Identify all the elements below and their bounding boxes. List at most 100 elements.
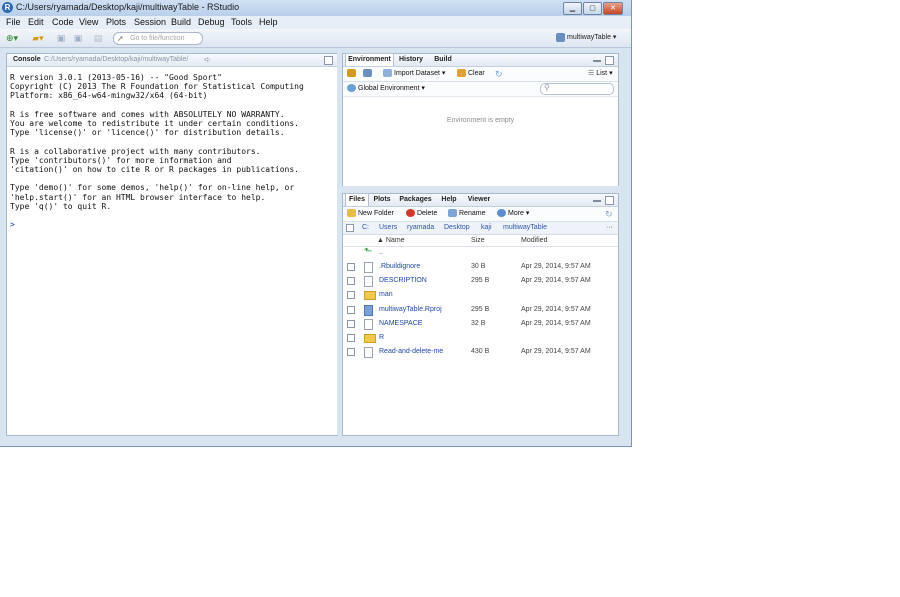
save-workspace-icon[interactable] <box>363 68 374 80</box>
file-icon <box>364 347 373 359</box>
save-all-icon[interactable]: ▣ <box>72 32 84 44</box>
console-prompt[interactable]: > <box>10 220 15 229</box>
restore-pane-icon[interactable] <box>324 56 333 65</box>
menu-view[interactable]: View <box>79 17 98 27</box>
up-arrow-icon: ⬑ <box>364 246 373 257</box>
tab-console[interactable]: Console <box>13 54 41 66</box>
save-icon[interactable]: ▣ <box>56 32 66 44</box>
project-menu[interactable]: multiwayTable ▾ <box>556 32 616 44</box>
tab-environment[interactable]: Environment <box>345 53 394 66</box>
rename-button[interactable]: Rename <box>448 208 485 220</box>
file-checkbox[interactable] <box>347 348 355 357</box>
file-name[interactable]: .Rbuildignore <box>379 260 420 273</box>
clear-label: Clear <box>468 70 485 77</box>
file-row[interactable]: man <box>343 288 618 301</box>
tab-help[interactable]: Help <box>438 194 460 206</box>
delete-button[interactable]: Delete <box>406 208 437 220</box>
open-file-icon[interactable]: ▰▾ <box>28 32 48 44</box>
files-pane: Files Plots Packages Help Viewer New Fol… <box>342 193 619 436</box>
breadcrumb-ryamada[interactable]: ryamada <box>407 222 434 234</box>
file-name[interactable]: R <box>379 331 384 344</box>
menu-debug[interactable]: Debug <box>198 17 225 27</box>
tab-history[interactable]: History <box>396 54 426 66</box>
console-line: R is a collaborative project with many c… <box>10 146 261 156</box>
menu-code[interactable]: Code <box>52 17 74 27</box>
breadcrumb-desktop[interactable]: Desktop <box>444 222 470 234</box>
menu-session[interactable]: Session <box>134 17 166 27</box>
tab-plots[interactable]: Plots <box>370 194 394 206</box>
tab-files[interactable]: Files <box>345 193 369 206</box>
breadcrumb-multiwaytable[interactable]: multiwayTable <box>503 222 547 234</box>
parent-directory-row[interactable]: ⬑ .. <box>343 246 618 259</box>
more-button[interactable]: More ▾ <box>497 208 529 220</box>
console-line: Type 'demo()' for some demos, 'help()' f… <box>10 183 295 193</box>
file-name[interactable]: multiwayTable.Rproj <box>379 303 442 316</box>
file-checkbox[interactable] <box>347 334 355 342</box>
environment-pane: Environment History Build Import Dataset… <box>342 53 619 187</box>
new-file-icon[interactable]: ⊕▾ <box>3 32 21 44</box>
new-folder-button[interactable]: New Folder <box>347 208 394 220</box>
more-path-icon[interactable]: ··· <box>606 222 613 234</box>
menu-tools[interactable]: Tools <box>231 17 252 27</box>
goto-file-input[interactable]: ➚ Go to file/function <box>113 32 203 45</box>
print-icon[interactable]: ▤ <box>93 32 103 44</box>
parent-directory-label[interactable]: .. <box>379 246 383 259</box>
name-column-header[interactable]: ▲ Name <box>377 235 405 246</box>
menu-build[interactable]: Build <box>171 17 191 27</box>
refresh-files-icon[interactable]: ↻ <box>605 208 613 220</box>
console-line: R version 3.0.1 (2013-05-16) -- "Good Sp… <box>10 73 222 82</box>
file-name[interactable]: man <box>379 288 393 301</box>
modified-column-header[interactable]: Modified <box>521 235 547 246</box>
console-line: Type 'contributors()' for more informati… <box>10 155 232 165</box>
maximize-pane-icon[interactable] <box>605 56 614 65</box>
file-checkbox[interactable] <box>347 277 355 286</box>
file-name[interactable]: NAMESPACE <box>379 317 422 330</box>
load-workspace-icon[interactable] <box>347 68 358 80</box>
menu-edit[interactable]: Edit <box>28 17 44 27</box>
clear-button[interactable]: Clear <box>457 68 485 80</box>
file-name[interactable]: Read-and-delete-me <box>379 345 443 358</box>
tab-viewer[interactable]: Viewer <box>464 194 494 206</box>
minimize-files-pane-icon[interactable] <box>593 200 601 202</box>
close-window-button[interactable]: ✕ <box>603 2 623 15</box>
maximize-files-pane-icon[interactable] <box>605 196 614 205</box>
go-to-directory-icon[interactable]: ➪ <box>204 54 211 66</box>
file-row[interactable]: DESCRIPTION 295 B Apr 29, 2014, 9:57 AM <box>343 274 618 288</box>
file-checkbox[interactable] <box>347 305 355 314</box>
list-view-button[interactable]: ☰ List ▾ <box>588 68 613 80</box>
tab-build[interactable]: Build <box>430 54 456 66</box>
file-row[interactable]: R <box>343 331 618 344</box>
menu-help[interactable]: Help <box>259 17 278 27</box>
refresh-icon[interactable]: ↻ <box>495 68 503 80</box>
file-icon <box>364 276 373 288</box>
file-checkbox[interactable] <box>347 291 355 300</box>
menu-plots[interactable]: Plots <box>106 17 126 27</box>
menu-file[interactable]: File <box>6 17 21 27</box>
file-row[interactable]: multiwayTable.Rproj 295 B Apr 29, 2014, 9:… <box>343 303 618 316</box>
breadcrumb-c[interactable]: C: <box>362 222 369 234</box>
select-all-checkbox[interactable] <box>346 224 354 232</box>
file-checkbox[interactable] <box>347 263 355 271</box>
delete-icon <box>406 209 415 218</box>
global-environment-dropdown[interactable]: Global Environment ▾ <box>347 83 425 95</box>
size-column-header[interactable]: Size <box>471 235 485 246</box>
file-name[interactable]: DESCRIPTION <box>379 274 427 287</box>
console-line: Type 'license()' or 'licence()' for dist… <box>10 128 285 138</box>
import-dataset-button[interactable]: Import Dataset ▾ <box>383 68 445 80</box>
goto-placeholder: Go to file/function <box>130 35 185 42</box>
rstudio-logo-icon: R <box>2 2 13 13</box>
file-checkbox[interactable] <box>347 319 355 328</box>
rename-label: Rename <box>459 210 486 217</box>
minimize-window-button[interactable]: ▁ <box>563 2 582 15</box>
tab-packages[interactable]: Packages <box>398 194 433 206</box>
breadcrumb-users[interactable]: Users <box>379 222 397 234</box>
console-pane: Console C:/Users/ryamada/Desktop/kaji/mu… <box>6 53 338 436</box>
file-row[interactable]: Read-and-delete-me 430 B Apr 29, 2014, 9:5… <box>343 345 618 359</box>
environment-search-input[interactable]: ⚲ <box>540 83 614 95</box>
breadcrumb-kaji[interactable]: kaji <box>481 222 492 234</box>
horizontal-splitter[interactable] <box>340 186 621 192</box>
minimize-pane-icon[interactable] <box>593 60 601 62</box>
file-row[interactable]: .Rbuildignore 30 B Apr 29, 2014, 9:57 AM <box>343 260 618 273</box>
maximize-window-button[interactable]: ▢ <box>583 2 602 15</box>
file-row[interactable]: NAMESPACE 32 B Apr 29, 2014, 9:57 AM <box>343 317 618 330</box>
